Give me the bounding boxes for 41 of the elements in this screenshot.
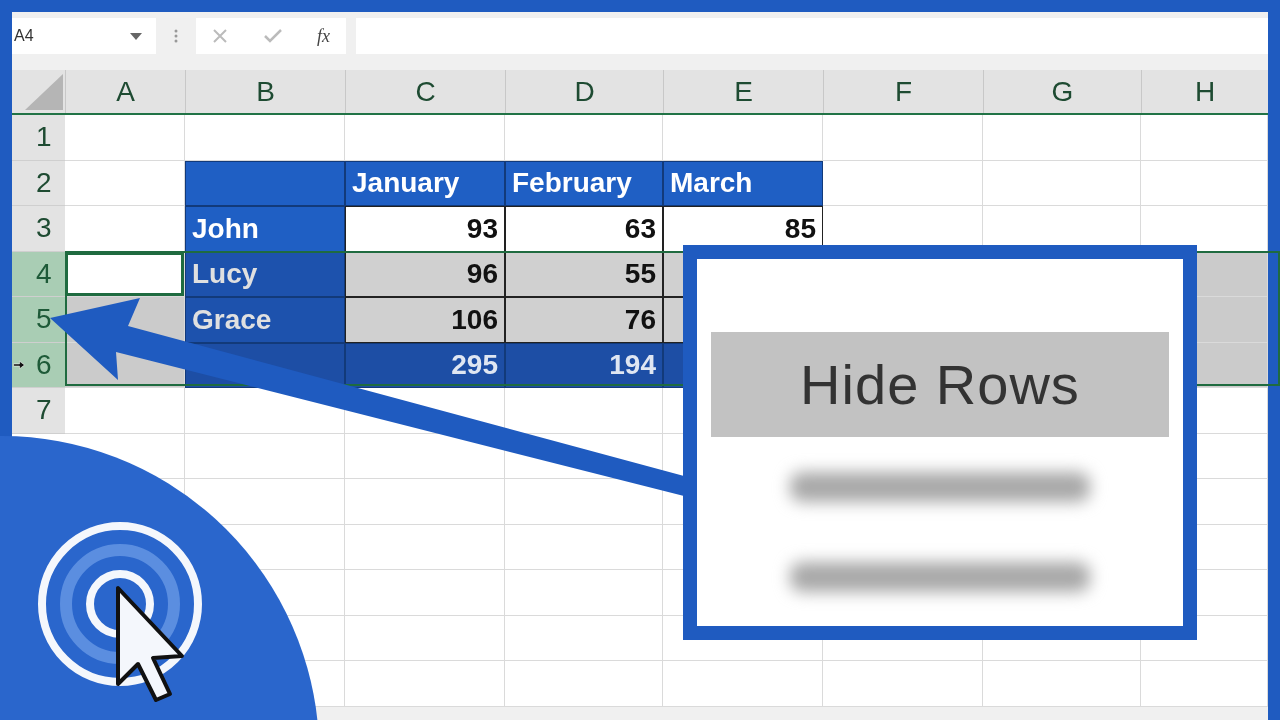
grip-icon [174,28,178,44]
row-header[interactable]: 7 [12,388,65,434]
column-heading-cell: January [345,160,505,206]
column-header[interactable]: H [1141,70,1268,113]
cancel-icon[interactable] [212,28,228,44]
formula-input[interactable] [356,18,1268,54]
total-cell: 194 [505,342,663,388]
column-header[interactable]: A [65,70,185,113]
column-header[interactable]: G [983,70,1141,113]
blurred-menu-item[interactable] [790,562,1090,592]
column-header[interactable]: C [345,70,505,113]
name-cell: Lucy [185,251,345,297]
value-cell: 63 [505,206,663,252]
column-heading-cell: February [505,160,663,206]
column-header[interactable]: D [505,70,663,113]
column-header[interactable]: F [823,70,983,113]
row-header[interactable]: 5 [12,297,65,343]
dropdown-caret-icon[interactable] [130,32,142,40]
column-heading-cell: March [663,160,823,206]
insert-function-button[interactable]: fx [317,25,330,47]
name-box[interactable]: A4 [12,18,156,54]
value-cell: 93 [345,206,505,252]
value-cell: 76 [505,297,663,343]
row-header[interactable]: 3 [12,206,65,252]
row-header[interactable]: 1 [12,115,65,161]
check-icon[interactable] [263,29,282,43]
column-header[interactable]: E [663,70,823,113]
row-header[interactable]: 6 [12,342,65,388]
row-header[interactable]: 2 [12,160,65,206]
column-header[interactable]: B [185,70,345,113]
name-cell: John [185,206,345,252]
value-cell: 96 [345,251,505,297]
blurred-menu-item[interactable] [790,472,1090,502]
value-cell: 55 [505,251,663,297]
name-cell: Grace [185,297,345,343]
hide-rows-menu-item[interactable]: Hide Rows [711,332,1169,437]
cell-reference: A4 [14,27,34,45]
value-cell: 106 [345,297,505,343]
move-cursor-icon [13,360,25,370]
total-cell: 295 [345,342,505,388]
row-header[interactable]: 4 [12,251,65,297]
